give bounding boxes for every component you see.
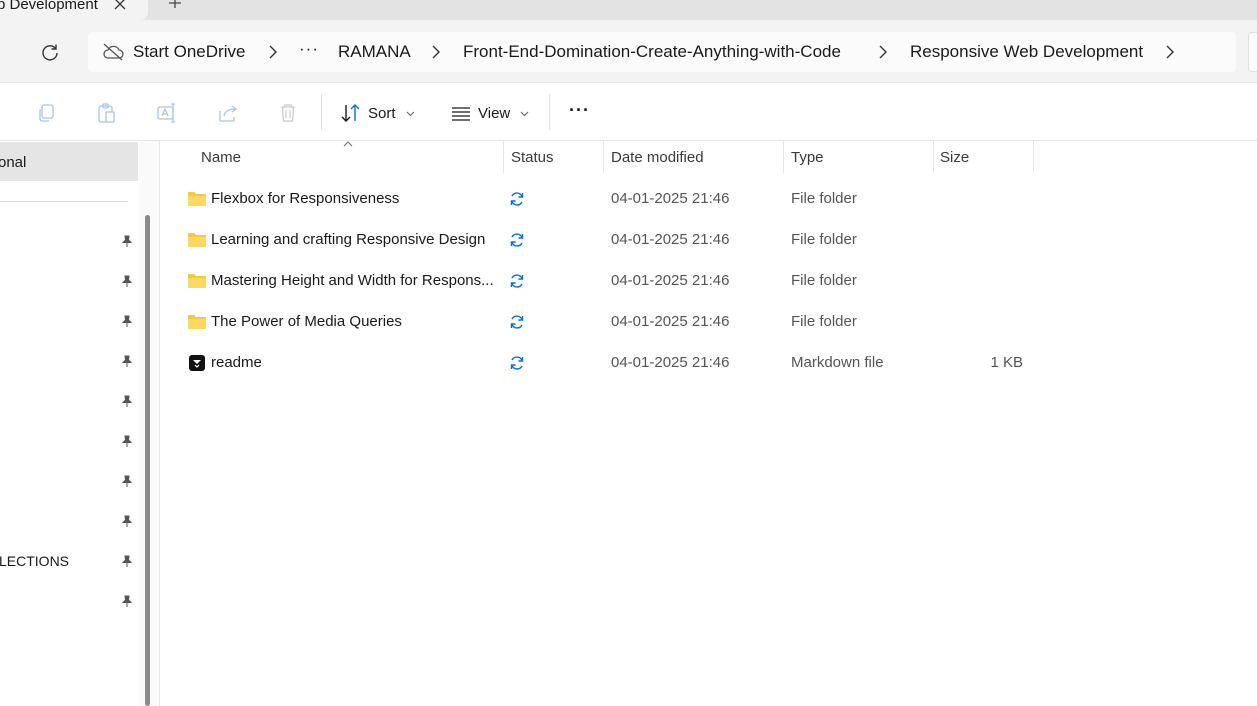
file-date: 04-01-2025 21:46	[611, 190, 730, 207]
tab-strip: b Development	[0, 0, 1257, 20]
column-header-status[interactable]: Status	[511, 149, 554, 166]
column-separator[interactable]	[783, 141, 784, 173]
folder-icon	[188, 192, 206, 206]
tab-title: b Development	[0, 0, 98, 13]
toolbar-divider	[321, 94, 322, 130]
pin-icon[interactable]	[121, 275, 133, 288]
sync-icon	[510, 356, 524, 370]
file-row[interactable]: Mastering Height and Width for Respons..…	[160, 262, 1040, 302]
sync-icon	[510, 315, 524, 329]
pin-icon[interactable]	[121, 475, 133, 488]
pin-icon[interactable]	[121, 395, 133, 408]
breadcrumb[interactable]: Start OneDrive ··· RAMANA Front-End-Domi…	[88, 32, 1236, 72]
folder-icon	[188, 233, 206, 247]
sync-icon	[510, 192, 524, 206]
pin-icon[interactable]	[121, 435, 133, 448]
view-button[interactable]: View	[450, 100, 529, 126]
file-date: 04-01-2025 21:46	[611, 231, 730, 248]
file-type: File folder	[791, 313, 857, 330]
view-list-icon	[452, 107, 470, 121]
pin-icon[interactable]	[121, 355, 133, 368]
column-separator[interactable]	[503, 141, 504, 173]
pin-icon[interactable]	[121, 555, 133, 568]
markdown-file-icon	[189, 355, 205, 371]
crumb-front-end-domination[interactable]: Front-End-Domination-Create-Anything-wit…	[463, 42, 841, 62]
file-row[interactable]: The Power of Media Queries 04-01-2025 21…	[160, 303, 1040, 343]
close-icon[interactable]	[112, 0, 128, 12]
nav-item-selected[interactable]: onal	[0, 142, 138, 181]
file-row[interactable]: Flexbox for Responsiveness 04-01-2025 21…	[160, 180, 1040, 220]
column-header-type[interactable]: Type	[791, 149, 824, 166]
pin-icon[interactable]	[121, 515, 133, 528]
column-header-size[interactable]: Size	[940, 149, 969, 166]
chevron-down-icon	[520, 111, 529, 116]
nav-item-collections[interactable]: LECTIONS	[0, 553, 69, 569]
copy-icon[interactable]	[36, 102, 58, 124]
sort-label: Sort	[368, 104, 396, 122]
folder-icon	[188, 274, 206, 288]
sort-ascending-icon	[343, 141, 353, 147]
folder-icon	[188, 315, 206, 329]
column-header-name[interactable]: Name	[201, 149, 241, 166]
sort-icon	[341, 104, 360, 122]
navigation-pane: onal LECTIONS	[0, 141, 139, 706]
pin-icon[interactable]	[121, 235, 133, 248]
paste-icon[interactable]	[96, 102, 118, 124]
crumb-responsive-web-development[interactable]: Responsive Web Development	[910, 42, 1143, 62]
delete-icon[interactable]	[277, 102, 299, 124]
pin-icon[interactable]	[121, 595, 133, 608]
nav-divider	[0, 201, 128, 202]
file-size: 1 KB	[990, 354, 1023, 371]
file-row[interactable]: Learning and crafting Responsive Design …	[160, 221, 1040, 261]
column-separator[interactable]	[933, 141, 934, 173]
crumb-overflow[interactable]: ···	[299, 39, 319, 59]
file-name: The Power of Media Queries	[211, 313, 402, 330]
file-date: 04-01-2025 21:46	[611, 272, 730, 289]
chevron-down-icon	[406, 111, 414, 116]
crumb-start-onedrive[interactable]: Start OneDrive	[133, 42, 245, 62]
file-date: 04-01-2025 21:46	[611, 313, 730, 330]
column-separator[interactable]	[1033, 141, 1034, 173]
plus-icon[interactable]	[166, 0, 184, 12]
file-type: Markdown file	[791, 354, 884, 371]
file-list: Name Status Date modified Type Size Flex…	[160, 141, 1257, 706]
nav-scrollbar[interactable]	[145, 215, 150, 706]
chevron-right-icon[interactable]	[431, 45, 441, 59]
file-name: Learning and crafting Responsive Design	[211, 231, 486, 248]
sort-button[interactable]: Sort	[340, 100, 415, 126]
search-box-edge[interactable]	[1248, 32, 1257, 72]
column-header-date[interactable]: Date modified	[611, 149, 704, 166]
command-bar: Sort View ···	[0, 84, 1257, 141]
file-type: File folder	[791, 231, 857, 248]
file-name: Flexbox for Responsiveness	[211, 190, 400, 207]
nav-item-label: onal	[0, 154, 27, 171]
cloud-off-icon	[103, 43, 124, 61]
rename-icon[interactable]	[156, 102, 178, 124]
file-type: File folder	[791, 190, 857, 207]
file-date: 04-01-2025 21:46	[611, 354, 730, 371]
file-row[interactable]: readme 04-01-2025 21:46 Markdown file 1 …	[160, 344, 1040, 384]
sync-icon	[510, 274, 524, 288]
chevron-right-icon[interactable]	[1165, 45, 1175, 59]
share-icon[interactable]	[217, 102, 239, 124]
chevron-right-icon[interactable]	[878, 45, 888, 59]
refresh-icon[interactable]	[40, 42, 60, 62]
file-name: Mastering Height and Width for Respons..…	[211, 272, 493, 289]
sync-icon	[510, 233, 524, 247]
view-label: View	[478, 104, 511, 122]
pin-icon[interactable]	[121, 315, 133, 328]
tab-active[interactable]: b Development	[0, 0, 148, 20]
file-type: File folder	[791, 272, 857, 289]
address-row: Start OneDrive ··· RAMANA Front-End-Domi…	[0, 20, 1257, 83]
file-name: readme	[211, 354, 262, 371]
toolbar-divider	[549, 94, 550, 130]
crumb-ramana[interactable]: RAMANA	[338, 42, 411, 62]
more-options-button[interactable]: ···	[569, 97, 590, 123]
column-separator[interactable]	[603, 141, 604, 173]
chevron-right-icon[interactable]	[268, 45, 278, 59]
